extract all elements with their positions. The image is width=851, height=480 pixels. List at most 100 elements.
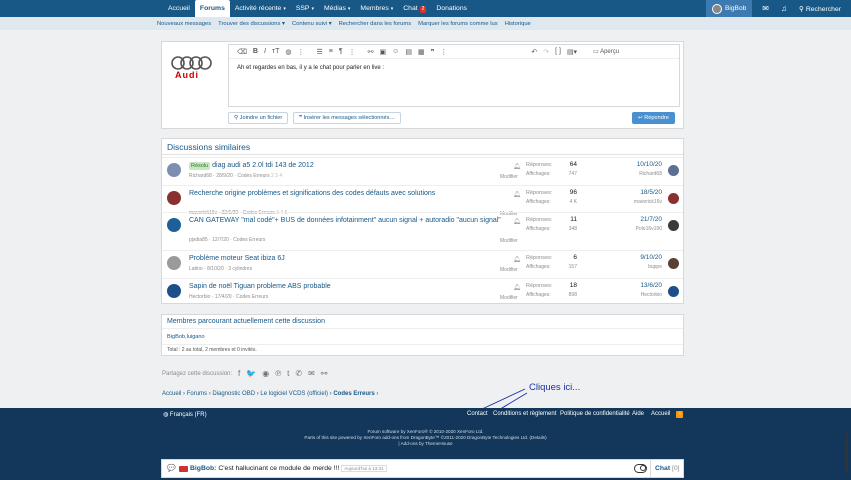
list-icon[interactable]: ☰ [317, 48, 323, 56]
breadcrumb-accueil[interactable]: Accueil [162, 391, 181, 397]
search-button[interactable]: ⚲ Rechercher [799, 5, 841, 13]
last-post-date[interactable]: 10/10/20 [622, 161, 662, 168]
link-icon[interactable]: ⚯ [368, 48, 374, 56]
paragraph-icon[interactable]: ¶ [339, 48, 343, 55]
thread-title[interactable]: Recherche origine problèmes et significa… [189, 189, 504, 198]
redo-icon[interactable]: ↷ [543, 48, 549, 56]
last-post-user[interactable]: Polo16v190 [622, 226, 662, 232]
footer-help[interactable]: Aide [632, 411, 644, 417]
footer-privacy[interactable]: Politique de confidentialité [560, 411, 630, 417]
nav-medias[interactable]: Médias ▾ [319, 0, 355, 17]
thread-title[interactable]: CAN GATEWAY "mal codé"+ BUS de données i… [189, 216, 504, 225]
undo-icon[interactable]: ↶ [531, 48, 537, 56]
bell-icon[interactable]: 🔔︎ [513, 191, 521, 198]
avatar[interactable] [668, 258, 679, 269]
avatar[interactable] [668, 220, 679, 231]
color-icon[interactable]: ◍ [285, 48, 291, 56]
subnav-find-threads[interactable]: Trouver des discussions ▾ [218, 21, 285, 27]
modify-link[interactable]: Modifier [500, 174, 518, 180]
bell-icon[interactable]: 🔔︎ [513, 284, 521, 291]
thread-title[interactable]: Sapin de noël Tiguan probleme ABS probab… [189, 282, 504, 291]
editor-box[interactable]: ⌫ B I тT ◍ ⋮ ☰ ≡ ¶ ⋮ ⚯ ▣ ☺ ▤ ▦ ❞ ⋮ ↶ ↷ [… [228, 44, 680, 107]
pinterest-icon[interactable]: ℗ [275, 369, 281, 378]
last-post-user[interactable]: buppe [622, 264, 662, 270]
eraser-icon[interactable]: ⌫ [237, 48, 247, 56]
twitter-icon[interactable]: 🐦 [246, 369, 256, 378]
preview-button[interactable]: ▭ Aperçu [593, 48, 619, 55]
reddit-icon[interactable]: ◉ [262, 369, 269, 378]
avatar[interactable] [167, 256, 181, 270]
user-menu[interactable]: BigBob [706, 0, 753, 17]
avatar[interactable] [668, 286, 679, 297]
editor-content[interactable]: Ah et regardes en bas, il y a le chat po… [229, 59, 679, 77]
insert-selected-button[interactable]: ❞ Insérer les messages sélectionnés… [293, 112, 401, 124]
avatar[interactable] [167, 191, 181, 205]
nav-donations[interactable]: Donations [431, 0, 472, 17]
subnav-new-messages[interactable]: Nouveaux messages [157, 21, 211, 27]
members-list[interactable]: BigBob,luigano [162, 329, 683, 344]
modify-link[interactable]: Modifier [500, 295, 518, 301]
nav-activite[interactable]: Activité récente ▾ [230, 0, 291, 17]
gallery-icon[interactable]: ▦ [418, 48, 425, 56]
last-post-date[interactable]: 13/6/20 [622, 282, 662, 289]
chat-bar[interactable]: 💬 BigBob: C'est hallucinant ce module de… [161, 459, 684, 478]
rss-icon[interactable]: ◔ [676, 411, 683, 418]
more-icon[interactable]: ⋮ [298, 48, 305, 56]
last-post-date[interactable]: 18/5/20 [622, 189, 662, 196]
attach-file-button[interactable]: ⚲ Joindre un fichier [228, 112, 289, 124]
avatar[interactable] [167, 284, 181, 298]
image-icon[interactable]: ▣ [380, 48, 387, 56]
nav-ssp[interactable]: SSP ▾ [291, 0, 319, 17]
footer-contact[interactable]: Contact [467, 411, 488, 417]
modify-link[interactable]: Modifier [500, 238, 518, 244]
breadcrumb-current[interactable]: Codes Erreurs [333, 391, 374, 397]
bell-icon[interactable]: 🔔︎ [513, 163, 521, 170]
page-links[interactable]: 2 3 4 [271, 173, 282, 179]
avatar[interactable] [668, 193, 679, 204]
bell-icon[interactable]: 🔔︎ [513, 218, 521, 225]
scrollbar[interactable] [845, 433, 848, 473]
nav-membres[interactable]: Membres ▾ [355, 0, 398, 17]
modify-link[interactable]: Modifier [500, 267, 518, 273]
italic-icon[interactable]: I [264, 48, 266, 55]
chat-toggle-button[interactable]: Chat [0] [655, 465, 680, 472]
more-icon-2[interactable]: ⋮ [349, 48, 356, 56]
avatar[interactable] [668, 165, 679, 176]
align-icon[interactable]: ≡ [329, 48, 333, 55]
tumblr-icon[interactable]: t [287, 369, 289, 378]
breadcrumb-vcds[interactable]: Le logiciel VCDS (officiel) [260, 391, 328, 397]
nav-chat[interactable]: Chat 2 [398, 0, 431, 17]
subnav-history[interactable]: Historique [505, 21, 531, 27]
subnav-watched[interactable]: Contenu suivi ▾ [292, 21, 332, 27]
reply-button[interactable]: ↩ Répondre [632, 112, 675, 124]
nav-accueil[interactable]: Accueil [163, 0, 195, 17]
draft-icon[interactable]: ▤▾ [567, 48, 577, 56]
last-post-date[interactable]: 9/10/20 [622, 254, 662, 261]
avatar[interactable] [167, 163, 181, 177]
last-post-user[interactable]: maverick16v [622, 199, 662, 205]
whatsapp-icon[interactable]: ✆ [295, 369, 302, 378]
more-icon-3[interactable]: ⋮ [440, 48, 447, 56]
envelope-icon[interactable]: ✉ [762, 4, 769, 13]
link-icon[interactable]: ⚯ [321, 369, 328, 378]
last-post-user[interactable]: Richard68 [622, 171, 662, 177]
thread-title[interactable]: Problème moteur Seat ibiza 6J [189, 254, 504, 263]
smiley-icon[interactable]: ☺ [392, 48, 399, 55]
thread-title[interactable]: Résolu diag audi a5 2.0l tdi 143 de 2012 [189, 161, 504, 170]
nav-forums[interactable]: Forums [194, 0, 230, 17]
toggle-icon[interactable] [634, 464, 647, 473]
facebook-icon[interactable]: f [238, 369, 240, 378]
bell-icon[interactable]: ♫ [781, 4, 787, 13]
breadcrumb-obd[interactable]: Diagnostic OBD [212, 391, 255, 397]
email-icon[interactable]: ✉ [308, 369, 315, 378]
font-size-icon[interactable]: тT [272, 48, 279, 55]
subnav-mark-read[interactable]: Marquer les forums comme lus [418, 21, 498, 27]
language-selector[interactable]: ◍ Français (FR) [163, 411, 207, 418]
bold-icon[interactable]: B [253, 48, 258, 55]
media-icon[interactable]: ▤ [405, 48, 412, 56]
footer-terms[interactable]: Conditions et règlement [493, 411, 556, 417]
last-post-date[interactable]: 21/7/20 [622, 216, 662, 223]
bbcode-icon[interactable]: [ ] [555, 48, 561, 55]
quote-icon[interactable]: ❞ [431, 48, 435, 56]
subnav-search-forums[interactable]: Rechercher dans les forums [339, 21, 412, 27]
